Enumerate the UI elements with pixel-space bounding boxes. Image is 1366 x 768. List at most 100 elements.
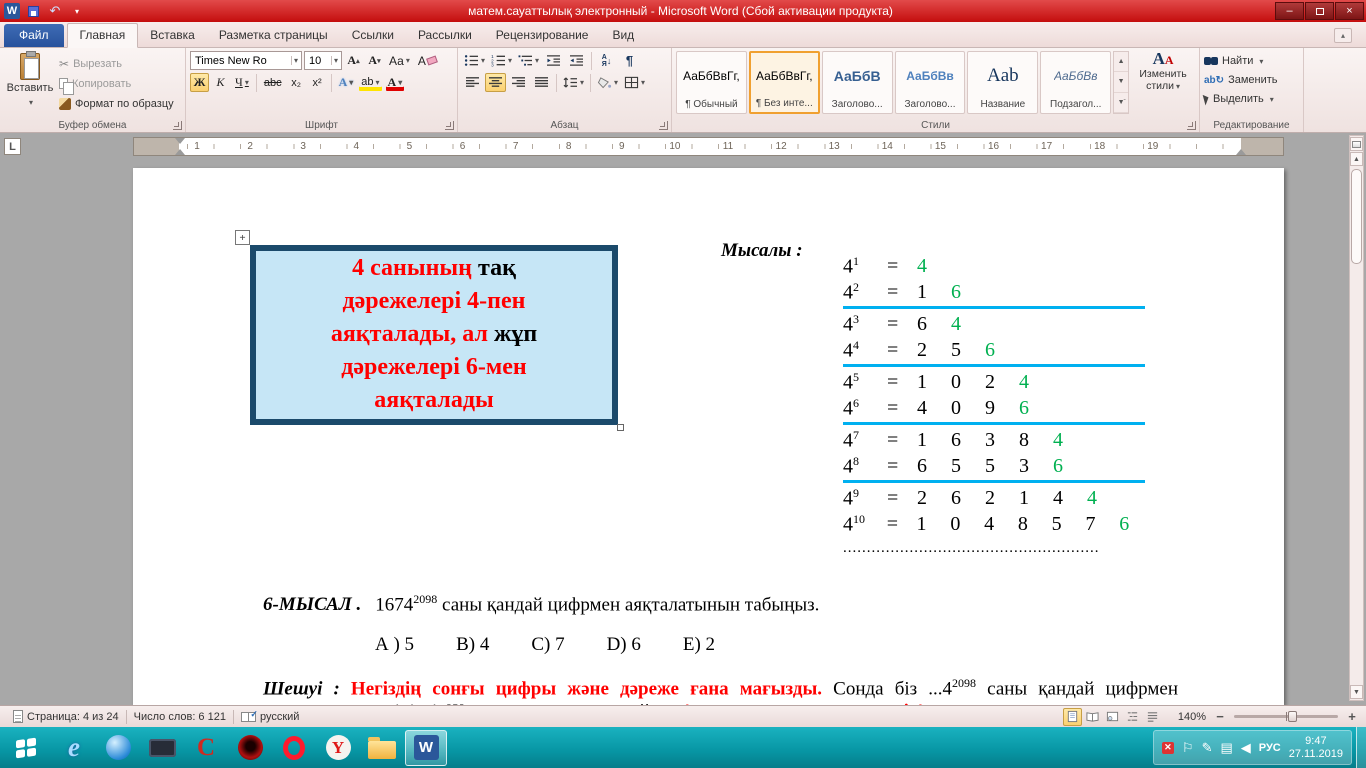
subscript-button[interactable]: x₂	[287, 73, 306, 92]
taskbar-dark-red-app[interactable]	[229, 730, 271, 766]
styles-dialog-launcher[interactable]	[1187, 121, 1196, 130]
hanging-indent-marker[interactable]	[175, 149, 185, 155]
collapse-ribbon-button[interactable]: ▴	[1334, 28, 1352, 43]
zoom-in-button[interactable]: +	[1344, 709, 1360, 725]
bold-button[interactable]: Ж	[190, 73, 209, 92]
taskbar-explorer[interactable]	[361, 730, 403, 766]
zoom-out-button[interactable]: −	[1212, 709, 1228, 725]
copy-button[interactable]: Копировать	[56, 74, 177, 93]
style-subtitle[interactable]: АаБбВв Подзагол...	[1040, 51, 1111, 114]
replace-button[interactable]: ab↻ Заменить	[1204, 71, 1299, 89]
tab-file[interactable]: Файл	[4, 24, 64, 47]
zoom-slider-thumb[interactable]	[1288, 711, 1297, 722]
textbox-move-handle[interactable]: +	[235, 230, 250, 245]
vertical-scrollbar[interactable]: ▲ ▼	[1349, 135, 1364, 701]
page-indicator[interactable]: Страница: 4 из 24	[6, 706, 126, 727]
gallery-down-button[interactable]: ▼	[1114, 72, 1128, 92]
shading-button[interactable]	[595, 73, 620, 92]
style-title[interactable]: Аab Название	[967, 51, 1038, 114]
tab-review[interactable]: Рецензирование	[484, 24, 601, 47]
strikethrough-button[interactable]: abc	[261, 73, 285, 92]
numbering-button[interactable]: 123	[489, 51, 514, 70]
multilevel-list-button[interactable]	[516, 51, 541, 70]
underline-button[interactable]: Ч	[232, 73, 252, 92]
clear-formatting-button[interactable]: А	[415, 51, 440, 70]
gallery-up-button[interactable]: ▲	[1114, 52, 1128, 72]
textbox-resize-handle[interactable]	[617, 424, 624, 431]
justify-button[interactable]	[531, 73, 552, 92]
align-left-button[interactable]	[462, 73, 483, 92]
tab-insert[interactable]: Вставка	[138, 24, 207, 47]
gallery-more-button[interactable]: ▼̄	[1114, 93, 1128, 113]
show-ruler-button[interactable]	[1350, 137, 1363, 151]
highlight-color-button[interactable]: ab	[358, 73, 382, 92]
font-color-button[interactable]: А	[385, 73, 406, 92]
scroll-up-button[interactable]: ▲	[1350, 152, 1363, 166]
format-painter-button[interactable]: Формат по образцу	[56, 94, 177, 113]
taskbar-yandex[interactable]: Y	[317, 730, 359, 766]
superscript-button[interactable]: x²	[308, 73, 327, 92]
show-marks-button[interactable]: ¶	[619, 51, 640, 70]
align-right-button[interactable]	[508, 73, 529, 92]
font-dialog-launcher[interactable]	[445, 121, 454, 130]
tab-stop-selector[interactable]: L	[4, 138, 21, 155]
security-tray-icon[interactable]: ✕	[1162, 742, 1174, 754]
display-tray-icon[interactable]: ▤	[1220, 740, 1232, 756]
line-spacing-button[interactable]	[561, 73, 586, 92]
start-button[interactable]	[0, 727, 52, 768]
shrink-font-button[interactable]: А	[365, 51, 384, 70]
text-effects-button[interactable]: А	[336, 73, 357, 92]
zoom-slider[interactable]	[1234, 715, 1338, 718]
first-line-indent-marker[interactable]	[175, 138, 185, 144]
align-center-button[interactable]	[485, 73, 506, 92]
grow-font-button[interactable]: А	[344, 51, 363, 70]
draft-view-button[interactable]	[1143, 708, 1162, 726]
tab-mailings[interactable]: Рассылки	[406, 24, 484, 47]
clipboard-dialog-launcher[interactable]	[173, 121, 182, 130]
tab-page-layout[interactable]: Разметка страницы	[207, 24, 340, 47]
select-button[interactable]: Выделить	[1204, 90, 1299, 108]
paste-button[interactable]: Вставить	[4, 51, 56, 118]
italic-button[interactable]: К	[211, 73, 230, 92]
language-indicator-taskbar[interactable]: РУС	[1259, 742, 1281, 754]
taskbar-keyboard-app[interactable]	[141, 730, 183, 766]
print-layout-view-button[interactable]	[1063, 708, 1082, 726]
change-styles-button[interactable]: АА Изменить стили	[1131, 51, 1195, 93]
minimize-button[interactable]: –	[1275, 2, 1304, 20]
style-heading2[interactable]: АаБбВв Заголово...	[895, 51, 966, 114]
qat-dropdown[interactable]: ▾	[68, 3, 86, 19]
callout-textbox[interactable]: 4 санының тақдәрежелері 4-пенаяқталады, …	[250, 245, 618, 425]
word-count-indicator[interactable]: Число слов: 6 121	[127, 706, 233, 727]
tab-references[interactable]: Ссылки	[340, 24, 406, 47]
bullets-button[interactable]	[462, 51, 487, 70]
volume-tray-icon[interactable]: ◀	[1241, 740, 1251, 756]
tab-view[interactable]: Вид	[600, 24, 646, 47]
taskbar-blue-app[interactable]	[97, 730, 139, 766]
increase-indent-button[interactable]	[566, 51, 587, 70]
taskbar-opera[interactable]	[273, 730, 315, 766]
paragraph-dialog-launcher[interactable]	[659, 121, 668, 130]
taskbar-ie[interactable]	[53, 730, 95, 766]
horizontal-ruler[interactable]: 12345678910111213141516171819	[133, 137, 1284, 156]
web-layout-view-button[interactable]	[1103, 708, 1122, 726]
taskbar-word[interactable]: W	[405, 730, 447, 766]
language-indicator[interactable]: русский	[234, 706, 306, 727]
fullscreen-reading-view-button[interactable]	[1083, 708, 1102, 726]
cut-button[interactable]: ✂ Вырезать	[56, 54, 177, 73]
pencil-tray-icon[interactable]: ✎	[1202, 740, 1213, 756]
close-button[interactable]: ×	[1335, 2, 1364, 20]
style-normal[interactable]: АаБбВвГг, ¶ Обычный	[676, 51, 747, 114]
sort-button[interactable]: АЯ ↓	[596, 51, 617, 70]
font-name-combo[interactable]: Times New Ro ▾	[190, 51, 302, 70]
right-indent-marker[interactable]	[1236, 149, 1246, 155]
style-heading1[interactable]: АаБбВ Заголово...	[822, 51, 893, 114]
decrease-indent-button[interactable]	[543, 51, 564, 70]
flag-tray-icon[interactable]: ⚐	[1182, 740, 1194, 756]
change-case-button[interactable]: Аа	[386, 51, 413, 70]
borders-button[interactable]	[622, 73, 647, 92]
undo-button[interactable]: ↶	[46, 3, 64, 19]
style-no-spacing[interactable]: АаБбВвГг, ¶ Без инте...	[749, 51, 820, 114]
tab-home[interactable]: Главная	[67, 23, 139, 48]
font-size-combo[interactable]: 10 ▾	[304, 51, 342, 70]
word-app-icon[interactable]: W	[4, 3, 20, 19]
